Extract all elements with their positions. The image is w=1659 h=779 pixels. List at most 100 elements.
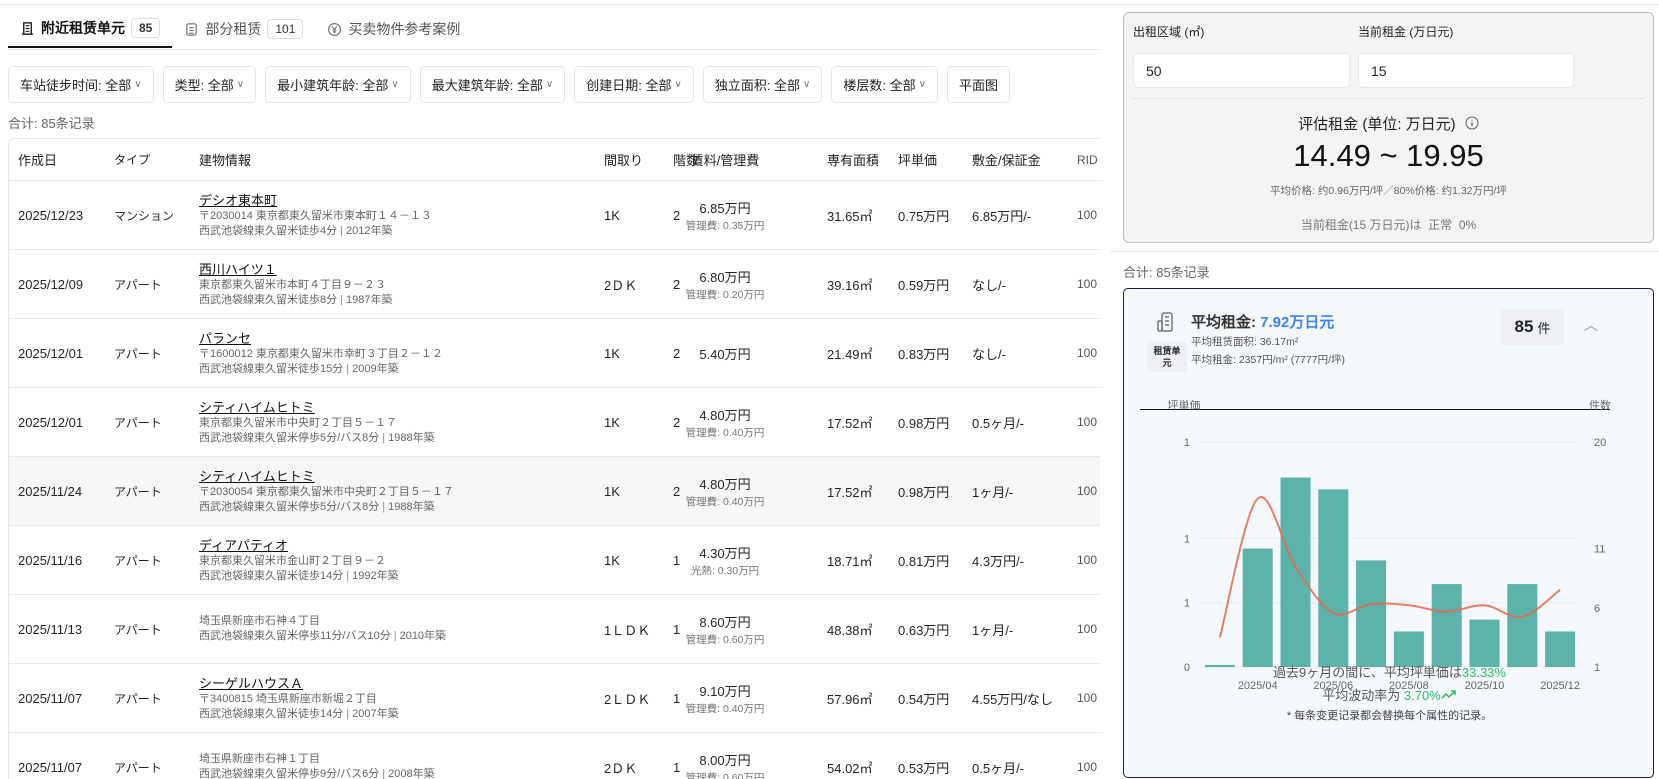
table-row[interactable]: 2025/11/24 アパート シティハイムヒトミ 〒2030054 東京都東久留米市… — [9, 457, 1100, 526]
table-row[interactable]: 2025/12/01 アパート シティハイムヒトミ 東京都東久留米市中央町２丁目５－１… — [9, 388, 1100, 457]
building-address: 東京都東久留米市金山町２丁目９－２ — [199, 554, 386, 567]
building-address: 東京都東久留米市中央町２丁目５－１７ — [199, 416, 397, 429]
bar — [1469, 619, 1500, 667]
filter-dropdown[interactable]: 平面图 — [946, 66, 1010, 103]
tab-sale-references[interactable]: 买卖物件参考案例 — [315, 10, 472, 48]
floor-plan: 1K — [604, 483, 620, 499]
listing-panel: 附近租赁单元 85 部分租赁 101 买卖物件参考案例 车站徒步时间: 全部 ∨ 类… — [0, 0, 1100, 779]
floor-plan: 1K — [604, 345, 620, 361]
rid: 100 — [1077, 346, 1098, 360]
volatility-summary: 平均波动率为 3.70% — [1124, 685, 1655, 704]
filter-dropdown[interactable]: 独立面积: 全部 ∨ — [702, 66, 823, 103]
chevron-down-icon: ∨ — [545, 79, 554, 90]
built-year: 2010年築 — [399, 630, 447, 642]
management-fee: 管理費: 0.40万円 — [685, 702, 765, 715]
filter-dropdown[interactable]: 最小建筑年龄: 全部 ∨ — [265, 66, 411, 103]
tsubo-price: 0.98万円 — [898, 415, 950, 431]
management-fee: 管理費: 0.60万円 — [685, 633, 765, 646]
column-header[interactable]: 建物情報 — [199, 150, 251, 169]
right-tick-label: 20 — [1594, 437, 1606, 449]
rent-cell: 4.80万円管理費: 0.40万円 — [675, 474, 775, 509]
filter-dropdown[interactable]: 最大建筑年龄: 全部 ∨ — [419, 66, 566, 103]
building-name-link[interactable]: デシオ東本町 — [199, 192, 432, 209]
column-header[interactable]: 敷金/保証金 — [972, 150, 1041, 169]
building-name-link[interactable]: シーゲルハウスＡ — [199, 675, 399, 692]
property-type: アパート — [114, 622, 162, 637]
info-icon[interactable] — [1465, 116, 1479, 130]
column-header[interactable]: RID — [1077, 153, 1098, 167]
chevron-down-icon: ∨ — [236, 79, 245, 90]
station-access: 西武池袋線東久留米徒歩15分 — [199, 362, 344, 375]
tab-label: 部分租赁 — [205, 21, 262, 37]
station-info: 西武池袋線東久留米停歩5分/バス8分 | 1988年築 — [199, 431, 435, 446]
area-input[interactable]: 50 — [1133, 53, 1350, 88]
rent-value: 6.80万円 — [699, 269, 751, 285]
volatility-text: 平均波动率为 — [1322, 688, 1404, 703]
filter-label: 最大建筑年龄: 全部 — [431, 78, 543, 93]
table-row[interactable]: 2025/12/23 マンション デシオ東本町 〒2030014 東京都東久留米市東本… — [9, 181, 1100, 250]
building-address: 〒3400815 埼玉県新座市新堀２丁目 — [199, 692, 377, 705]
building-name-link[interactable]: 西川ハイツ１ — [199, 261, 392, 278]
floor-plan: 2ＤＫ — [604, 277, 638, 293]
table-header: 作成日 タイプ 建物情報 間取り 階数 賃料/管理費 専有面積 坪単価 敷金/保証金 RID — [9, 139, 1100, 181]
price-change-text: 過去9ヶ月の間に、平均坪単価は — [1273, 665, 1462, 680]
filter-dropdown[interactable]: 车站徒步时间: 全部 ∨ — [8, 66, 154, 103]
created-date: 2025/12/01 — [18, 345, 84, 361]
property-type: アパート — [114, 760, 162, 775]
created-date: 2025/12/23 — [18, 207, 84, 223]
management-fee: 管理費: 0.40万円 — [685, 495, 765, 508]
building-info: 埼玉県新座市石神４丁目 西武池袋線東久留米停歩11分/バス10分 | 2010年築 — [199, 614, 446, 644]
rental-summary-card: 租赁单元 平均租金: 7.92万日元 平均租赁面积: 36.17m² 平均租金:… — [1123, 288, 1654, 778]
column-header[interactable]: 間取り — [604, 150, 643, 169]
current-rent-status: 当前租金(15 万日元)は 正常 0% — [1300, 218, 1477, 232]
rent-value: 4.80万円 — [699, 407, 751, 423]
table-row[interactable]: 2025/11/07 アパート シーゲルハウスＡ 〒3400815 埼玉県新座市新堀２… — [9, 664, 1100, 733]
tsubo-price: 0.54万円 — [898, 691, 950, 707]
station-access: 西武池袋線東久留米停歩11分/バス10分 — [199, 630, 391, 642]
table-row[interactable]: 2025/11/16 アパート ディアパティオ 東京都東久留米市金山町２丁目９－２ 西武… — [9, 526, 1100, 595]
station-access: 西武池袋線東久留米徒歩14分 — [199, 569, 344, 582]
deposit: なし/- — [972, 346, 1006, 362]
filter-label: 创建日期: 全部 — [586, 78, 672, 93]
price-change-summary: 過去9ヶ月の間に、平均坪単価は33.33% — [1124, 662, 1655, 681]
rent-cell: 5.40万円 — [675, 344, 775, 363]
tab-label: 买卖物件参考案例 — [348, 21, 461, 37]
building-info: 埼玉県新座市石神１丁目 西武池袋線東久留米停歩9分/バス6分 | 2008年築 — [199, 752, 435, 779]
table-row[interactable]: 2025/11/13 アパート 埼玉県新座市石神４丁目 西武池袋線東久留米停歩11分/… — [9, 595, 1100, 664]
building-name-link[interactable]: シティハイムヒトミ — [199, 468, 454, 485]
station-info: 西武池袋線東久留米徒歩8分 | 1987年築 — [199, 293, 392, 308]
column-header[interactable]: 作成日 — [18, 150, 57, 169]
current-rent-input[interactable]: 15 — [1358, 53, 1574, 88]
average-price-line: 平均价格: 约0.96万円/坪／80%价格: 约1.32万円/坪 — [1270, 185, 1507, 197]
rid: 100 — [1077, 760, 1098, 774]
tab-partial-rentals[interactable]: 部分租赁 101 — [172, 10, 315, 48]
tab-count-badge: 85 — [131, 18, 161, 38]
filter-dropdown[interactable]: 楼层数: 全部 ∨ — [831, 66, 938, 103]
building-name-link[interactable]: パランセ — [199, 330, 443, 347]
separator: | — [382, 500, 386, 513]
table-row[interactable]: 2025/11/07 アパート 埼玉県新座市石神１丁目 西武池袋線東久留米停歩9分/バ… — [9, 733, 1100, 779]
deposit: 0.5ヶ月/- — [972, 415, 1025, 431]
building-name-link[interactable]: シティハイムヒトミ — [199, 399, 435, 416]
rent-cell: 6.85万円 管理費: 0.35万円 — [675, 198, 775, 233]
built-year: 2008年築 — [388, 768, 435, 779]
building-address: 〒1600012 東京都東久留米市幸町３丁目２－１２ — [199, 347, 443, 360]
created-date: 2025/11/24 — [18, 483, 83, 499]
filter-dropdown[interactable]: 创建日期: 全部 ∨ — [574, 66, 694, 103]
volatility-value: 3.70% — [1403, 688, 1441, 703]
column-header[interactable]: タイプ — [114, 151, 150, 168]
building-address: 埼玉県新座市石神１丁目 — [199, 753, 320, 765]
deposit: 6.85万円/- — [972, 208, 1032, 224]
building-name-link[interactable]: ディアパティオ — [199, 537, 399, 554]
rent-value: 4.80万円 — [699, 476, 751, 492]
rent-cell: 8.00万円 管理費: 0.60万円 — [675, 750, 775, 779]
table-row[interactable]: 2025/12/01 アパート パランセ 〒1600012 東京都東久留米市幸町３丁目… — [9, 319, 1100, 388]
column-header[interactable]: 専有面積 — [827, 150, 879, 169]
tab-nearby-rentals[interactable]: 附近租赁单元 85 — [8, 10, 173, 48]
column-header[interactable]: 賃料/管理費 — [675, 150, 775, 169]
column-header[interactable]: 坪単価 — [898, 150, 937, 169]
filter-bar: 车站徒步时间: 全部 ∨ 类型: 全部 ∨ 最小建筑年龄: 全部 ∨ 最大建筑年龄: 全部 ∨… — [8, 66, 1010, 103]
filter-dropdown[interactable]: 类型: 全部 ∨ — [162, 66, 257, 103]
table-row[interactable]: 2025/12/09 アパート 西川ハイツ１ 東京都東久留米市本町４丁目９－２３ 西武池… — [9, 250, 1100, 319]
bar — [1431, 584, 1462, 667]
